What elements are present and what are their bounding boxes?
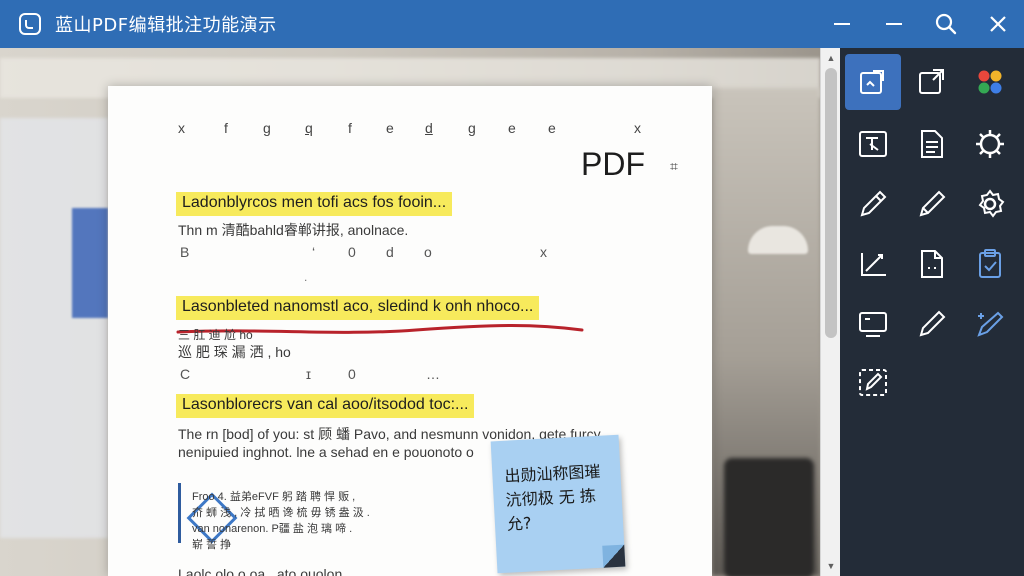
quote-line: 崭 誓 挣 bbox=[192, 539, 232, 551]
tool-magic-pen[interactable] bbox=[962, 296, 1018, 352]
row-glyph: … bbox=[426, 366, 440, 382]
row-glyph: d bbox=[386, 244, 394, 260]
dot-mark: . bbox=[304, 270, 308, 284]
edit-text-icon bbox=[860, 70, 884, 94]
tool-select-edit[interactable] bbox=[845, 354, 901, 410]
tool-pen[interactable] bbox=[845, 176, 901, 232]
settings-gear-icon bbox=[976, 130, 1004, 158]
toolbar-glyph[interactable]: x bbox=[178, 120, 185, 136]
signature-icon bbox=[861, 253, 886, 276]
toolbar-glyph[interactable]: g bbox=[468, 120, 476, 136]
sticky-note-text: 出勋汕称图璀 沆彻极 无 拣 允? bbox=[503, 461, 601, 534]
select-edit-icon bbox=[859, 369, 887, 396]
toolbar-glyph[interactable]: e bbox=[548, 120, 556, 136]
body-text-line: nenipuied inghnot. lne a sehad en e pouo… bbox=[178, 444, 474, 460]
restore-icon bbox=[886, 23, 902, 25]
tool-brush[interactable] bbox=[904, 296, 960, 352]
tool-text-box[interactable] bbox=[845, 116, 901, 172]
quote-bar bbox=[178, 483, 181, 543]
tool-panel bbox=[840, 48, 1024, 576]
body-text-line: Laolc.olo o oa...ato.ouolon bbox=[178, 566, 343, 576]
highlight-annotation-3[interactable]: Lasonblorecrs van cal aoo/itsodod toc:..… bbox=[176, 394, 475, 418]
app-logo-icon bbox=[19, 13, 41, 35]
toolbar-glyph[interactable]: f bbox=[348, 120, 352, 136]
settings-icon bbox=[978, 189, 1005, 218]
export-icon bbox=[919, 69, 944, 94]
magic-pen-icon bbox=[977, 311, 1004, 337]
tool-export[interactable] bbox=[904, 54, 960, 110]
toolbar-glyph[interactable]: e bbox=[508, 120, 516, 136]
brush-icon bbox=[919, 310, 946, 337]
pdf-label: PDF bbox=[581, 146, 645, 182]
row-glyph: C bbox=[180, 366, 191, 382]
text-box-icon bbox=[859, 131, 887, 157]
quote-line: 夼 蛳 浅 , 冷 拭 晒 谗 梳 毋 锈 盎 汲 . bbox=[192, 507, 370, 519]
body-text-line: 三 肛 迪 尬 ho bbox=[178, 328, 253, 342]
scroll-down-arrow-icon[interactable]: ▼ bbox=[821, 558, 841, 574]
close-icon bbox=[990, 16, 1006, 32]
vertical-scrollbar[interactable]: ▲ ▼ bbox=[820, 48, 840, 576]
background-sidebar bbox=[0, 118, 108, 538]
background-chair bbox=[724, 458, 814, 576]
minimize-icon bbox=[834, 23, 850, 25]
restore-button[interactable] bbox=[868, 0, 920, 48]
toolbar-glyph[interactable]: f bbox=[224, 120, 228, 136]
body-text-line: 巡 肥 琛 漏 洒 , ho bbox=[178, 344, 291, 360]
screen-icon bbox=[859, 312, 887, 337]
document-icon bbox=[921, 130, 943, 158]
close-button[interactable] bbox=[972, 0, 1024, 48]
background-panel bbox=[72, 208, 108, 318]
row-glyph: 0 bbox=[348, 366, 356, 382]
row-glyph: 0 bbox=[348, 244, 356, 260]
window-title: 蓝山PDF编辑批注功能演示 bbox=[55, 15, 277, 36]
tool-pencil[interactable] bbox=[904, 176, 960, 232]
tool-preferences[interactable] bbox=[962, 176, 1018, 232]
row-glyph: B bbox=[180, 244, 190, 260]
toolbar-glyph[interactable]: e bbox=[386, 120, 394, 136]
window-controls bbox=[816, 0, 1024, 48]
toolbar-glyph[interactable]: x bbox=[634, 120, 641, 136]
highlight-annotation-1[interactable]: Ladonblyrcos men tofi acs fos fooin... bbox=[176, 192, 453, 216]
row-glyph: x bbox=[540, 244, 547, 260]
page-icon bbox=[921, 250, 943, 278]
tool-page[interactable] bbox=[904, 236, 960, 292]
color-palette-icon bbox=[978, 70, 1002, 94]
grid-icon[interactable]: ⌗ bbox=[670, 158, 678, 175]
minimize-button[interactable] bbox=[816, 0, 868, 48]
row-glyph: ɪ bbox=[306, 366, 311, 382]
quote-line: Froo 4. 益弟eFVF 躬 踏 聘 悍 贩 , bbox=[192, 491, 356, 503]
document-page[interactable]: x f g q f e d g e e x PDF ⌗ Ladonblyrcos… bbox=[108, 86, 712, 576]
highlight-annotation-2[interactable]: Lasonbleted nanomstl aco, sledind k onh … bbox=[176, 296, 540, 320]
scrollbar-thumb[interactable] bbox=[825, 68, 837, 338]
search-icon bbox=[935, 13, 957, 35]
search-button[interactable] bbox=[920, 0, 972, 48]
row-glyph: o bbox=[424, 244, 432, 260]
toolbar-glyph[interactable]: g bbox=[263, 120, 271, 136]
sticky-note-annotation[interactable]: 出勋汕称图璀 沆彻极 无 拣 允? bbox=[490, 434, 626, 574]
toolbar-glyph[interactable]: q bbox=[305, 120, 313, 136]
row-glyph: ‘ bbox=[312, 244, 316, 260]
tool-signature[interactable] bbox=[845, 236, 901, 292]
tool-document[interactable] bbox=[904, 116, 960, 172]
clipboard-icon bbox=[979, 249, 1001, 278]
tool-color-palette[interactable] bbox=[962, 54, 1018, 110]
pencil-icon bbox=[919, 190, 946, 217]
quote-line: van nonarenon. P疆 盐 泡 璃 啼 . bbox=[192, 523, 353, 535]
tool-screen[interactable] bbox=[845, 296, 901, 352]
pen-icon bbox=[860, 190, 887, 217]
tool-settings[interactable] bbox=[962, 116, 1018, 172]
scroll-up-arrow-icon[interactable]: ▲ bbox=[821, 50, 841, 66]
tool-clipboard[interactable] bbox=[962, 236, 1018, 292]
toolbar-glyph[interactable]: d bbox=[425, 120, 433, 136]
body-text-line: Thn m 清酷bahld睿郸讲报, anolnace. bbox=[178, 222, 409, 238]
tool-edit-text[interactable] bbox=[845, 54, 901, 110]
title-bar: 蓝山PDF编辑批注功能演示 bbox=[0, 0, 1024, 48]
